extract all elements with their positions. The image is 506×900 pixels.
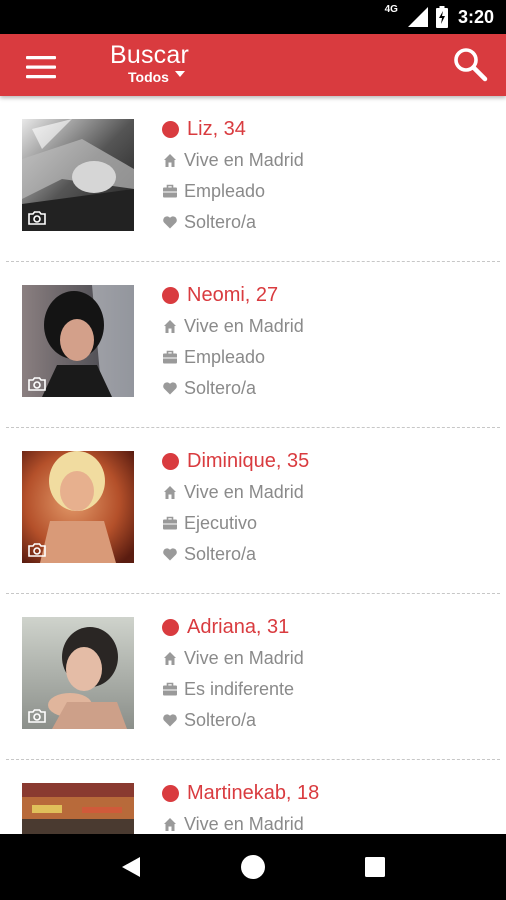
profile-photo[interactable]: [22, 119, 134, 231]
profile-info: Adriana, 31 Vive en Madrid Es indiferent…: [162, 616, 304, 740]
briefcase-icon: [163, 350, 177, 364]
home-icon: [164, 154, 176, 167]
camera-icon: [28, 709, 46, 723]
location-row: Vive en Madrid: [162, 149, 304, 171]
menu-button[interactable]: [14, 44, 68, 88]
menu-icon: [26, 56, 56, 79]
recents-icon: [365, 857, 385, 877]
location-row: Vive en Madrid: [162, 315, 304, 337]
online-dot: [162, 452, 179, 470]
list-item[interactable]: Liz, 34 Vive en Madrid Empleado Soltero/…: [0, 96, 506, 262]
list-item[interactable]: Adriana, 31 Vive en Madrid Es indiferent…: [0, 594, 506, 760]
photo-image: [22, 783, 134, 834]
profile-name: Liz, 34: [187, 117, 246, 140]
home-icon: [164, 652, 176, 665]
search-button[interactable]: [452, 46, 492, 86]
location-row: Vive en Madrid: [162, 813, 319, 834]
navigation-bar: [0, 834, 506, 900]
job-row: Ejecutivo: [162, 512, 309, 534]
location-text: Vive en Madrid: [184, 647, 304, 668]
profile-photo[interactable]: [22, 617, 134, 729]
relationship-row: Soltero/a: [162, 377, 304, 399]
relationship-text: Soltero/a: [184, 377, 257, 398]
search-icon: [454, 48, 488, 82]
name-row[interactable]: Liz, 34: [162, 118, 304, 140]
job-text: Empleado: [184, 180, 266, 201]
relationship-row: Soltero/a: [162, 543, 309, 565]
network-type: 4G: [384, 4, 398, 15]
recents-button[interactable]: [355, 847, 395, 887]
online-dot: [162, 120, 179, 138]
name-row[interactable]: Diminique, 35: [162, 450, 309, 472]
heart-icon: [163, 714, 177, 727]
job-text: Empleado: [184, 346, 266, 367]
relationship-row: Soltero/a: [162, 709, 304, 731]
relationship-text: Soltero/a: [184, 709, 257, 730]
job-text: Ejecutivo: [184, 512, 258, 533]
online-dot: [162, 286, 179, 304]
location-text: Vive en Madrid: [184, 813, 304, 834]
back-icon: [122, 857, 140, 877]
profile-info: Neomi, 27 Vive en Madrid Empleado Solter…: [162, 284, 304, 408]
list-item[interactable]: Diminique, 35 Vive en Madrid Ejecutivo S…: [0, 428, 506, 594]
location-text: Vive en Madrid: [184, 149, 304, 170]
heart-icon: [163, 382, 177, 395]
back-button[interactable]: [111, 847, 151, 887]
caret-down-icon: [174, 71, 185, 77]
battery-charging-icon: [435, 6, 448, 28]
profile-name: Neomi, 27: [187, 283, 279, 306]
briefcase-icon: [163, 516, 177, 530]
profile-info: Diminique, 35 Vive en Madrid Ejecutivo S…: [162, 450, 309, 574]
list-item[interactable]: Neomi, 27 Vive en Madrid Empleado Solter…: [0, 262, 506, 428]
profile-photo[interactable]: [22, 451, 134, 563]
profile-name: Martinekab, 18: [187, 781, 320, 804]
relationship-text: Soltero/a: [184, 211, 257, 232]
location-row: Vive en Madrid: [162, 647, 304, 669]
name-row[interactable]: Adriana, 31: [162, 616, 304, 638]
job-row: Es indiferente: [162, 678, 304, 700]
relationship-text: Soltero/a: [184, 543, 257, 564]
home-button[interactable]: [233, 847, 273, 887]
app-bar: Buscar Todos: [0, 34, 506, 96]
job-row: Empleado: [162, 180, 304, 202]
location-row: Vive en Madrid: [162, 481, 309, 503]
home-circle-icon: [241, 855, 265, 879]
title-block: Buscar Todos: [110, 40, 189, 85]
home-icon: [164, 320, 176, 333]
page-title: Buscar: [110, 41, 190, 69]
location-text: Vive en Madrid: [184, 315, 304, 336]
heart-icon: [163, 216, 177, 229]
briefcase-icon: [163, 682, 177, 696]
profile-photo[interactable]: [22, 783, 134, 834]
profile-info: Martinekab, 18 Vive en Madrid: [162, 782, 319, 834]
home-icon: [164, 818, 176, 831]
camera-icon: [28, 377, 46, 391]
profile-photo[interactable]: [22, 285, 134, 397]
signal-icon: [407, 7, 428, 27]
briefcase-icon: [163, 184, 177, 198]
filter-dropdown[interactable]: Todos: [128, 69, 189, 85]
camera-icon: [28, 211, 46, 225]
profile-name: Diminique, 35: [187, 449, 310, 472]
status-bar: 4G 3:20: [0, 0, 506, 34]
relationship-row: Soltero/a: [162, 211, 304, 233]
location-text: Vive en Madrid: [184, 481, 304, 502]
name-row[interactable]: Neomi, 27: [162, 284, 304, 306]
online-dot: [162, 784, 179, 802]
profile-list: Liz, 34 Vive en Madrid Empleado Soltero/…: [0, 96, 506, 834]
filter-label: Todos: [128, 69, 169, 85]
home-icon: [164, 486, 176, 499]
profile-info: Liz, 34 Vive en Madrid Empleado Soltero/…: [162, 118, 304, 242]
camera-icon: [28, 543, 46, 557]
heart-icon: [163, 548, 177, 561]
job-row: Empleado: [162, 346, 304, 368]
clock: 3:20: [457, 6, 494, 27]
name-row[interactable]: Martinekab, 18: [162, 782, 319, 804]
profile-name: Adriana, 31: [187, 615, 290, 638]
online-dot: [162, 618, 179, 636]
list-item[interactable]: Martinekab, 18 Vive en Madrid: [0, 760, 506, 834]
job-text: Es indiferente: [184, 678, 295, 699]
